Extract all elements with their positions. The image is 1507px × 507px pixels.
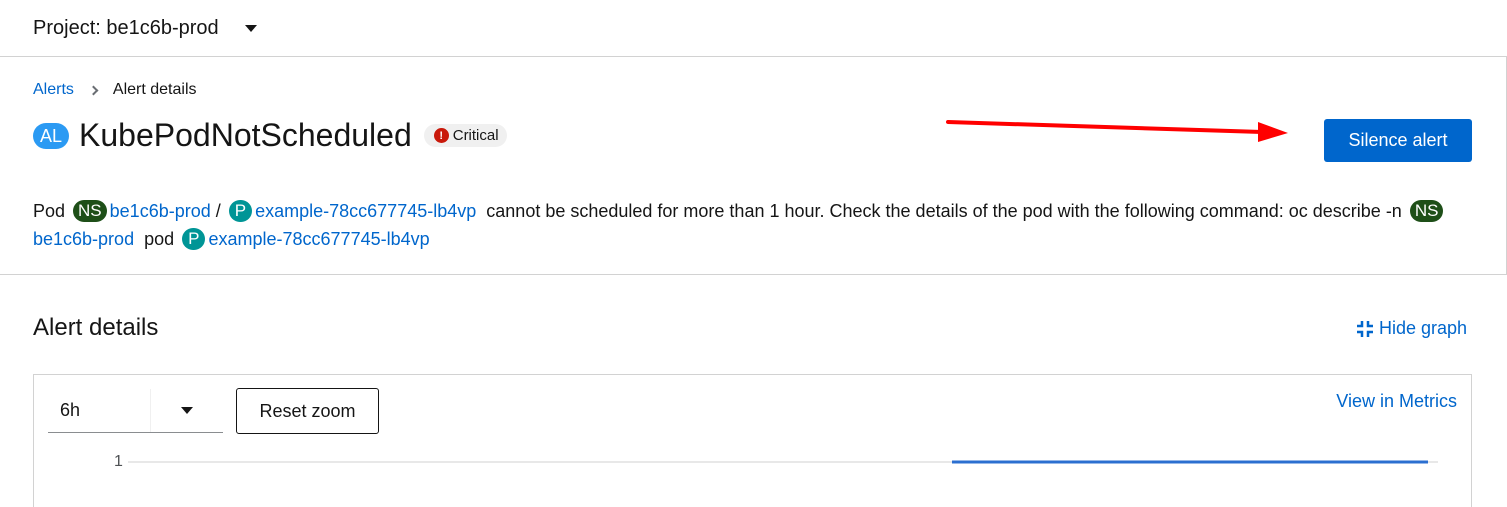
pod-badge: P xyxy=(182,228,206,250)
pod-badge: P xyxy=(228,200,253,222)
silence-alert-button[interactable]: Silence alert xyxy=(1324,119,1472,162)
compress-icon xyxy=(1357,320,1373,337)
project-label: Project: be1c6b-prod xyxy=(33,16,219,39)
page-title: KubePodNotScheduled xyxy=(79,117,412,153)
severity-label: Critical xyxy=(452,127,499,144)
breadcrumb-current: Alert details xyxy=(112,81,197,98)
caret-down-icon xyxy=(244,24,257,32)
description-prefix: Pod xyxy=(33,201,66,221)
project-selector[interactable]: Project: be1c6b-prod xyxy=(33,12,257,44)
graph-card: 6h Reset zoom View in Metrics 1 xyxy=(33,374,1472,507)
chevron-right-icon xyxy=(88,85,99,95)
section-title: Alert details xyxy=(33,314,159,341)
description-separator: / xyxy=(215,201,221,221)
hide-graph-label: Hide graph xyxy=(1379,318,1468,338)
page-header: Alerts Alert details AL KubePodNotSchedu… xyxy=(0,57,1507,275)
alert-description: Pod NS be1c6b-prod / Pexample-78cc677745-lb… xyxy=(33,197,1478,253)
namespace-badge: NS xyxy=(1409,200,1444,222)
namespace-link[interactable]: be1c6b-prod xyxy=(33,229,134,249)
hide-graph-button[interactable]: Hide graph xyxy=(1356,318,1467,339)
pod-link[interactable]: example-78cc677745-lb4vp xyxy=(208,229,429,249)
description-pod-word: pod xyxy=(144,229,175,249)
project-bar: Project: be1c6b-prod xyxy=(0,0,1507,57)
alert-graph[interactable] xyxy=(34,375,1473,507)
severity-badge: ! Critical xyxy=(423,124,507,147)
exclamation-circle-icon: ! xyxy=(433,128,449,143)
breadcrumb-alerts-link[interactable]: Alerts xyxy=(33,81,74,99)
namespace-link[interactable]: be1c6b-prod xyxy=(110,201,211,221)
description-text: cannot be scheduled for more than 1 hour… xyxy=(486,201,1402,221)
breadcrumb: Alerts Alert details xyxy=(33,81,197,99)
alert-resource-badge: AL xyxy=(33,122,70,149)
namespace-badge: NS xyxy=(73,200,107,222)
pod-link[interactable]: example-78cc677745-lb4vp xyxy=(255,201,476,221)
annotation-arrow xyxy=(946,120,1288,142)
title-row: AL KubePodNotScheduled ! Critical xyxy=(33,117,507,154)
